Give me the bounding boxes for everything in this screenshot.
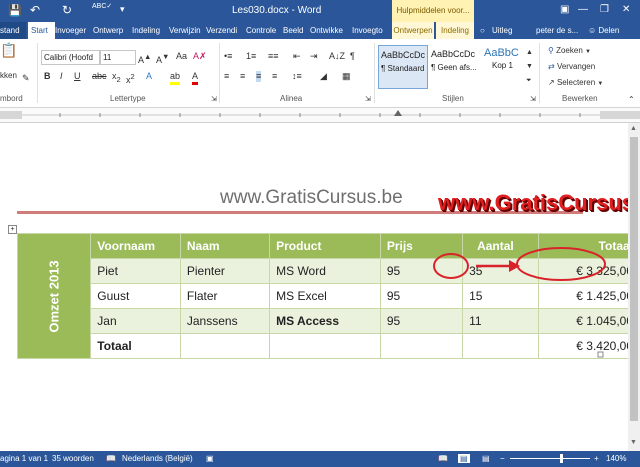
- language[interactable]: Nederlands (België): [122, 454, 193, 463]
- web-layout-icon[interactable]: ▤: [482, 454, 490, 463]
- macro-record-icon[interactable]: ▣: [206, 454, 214, 463]
- page-count[interactable]: agina 1 van 1: [0, 454, 48, 463]
- annotation-circle-totaal: [516, 247, 606, 281]
- zoom-thumb[interactable]: [560, 454, 563, 463]
- scroll-up-icon[interactable]: ▲: [630, 125, 637, 132]
- annotation-overlay: [433, 247, 606, 358]
- scroll-down-icon[interactable]: ▼: [630, 439, 637, 446]
- table-resize-handle: [597, 351, 604, 358]
- scroll-thumb[interactable]: [630, 137, 638, 421]
- zoom-in-icon[interactable]: +: [594, 454, 599, 463]
- proofing-icon[interactable]: 📖: [106, 454, 116, 463]
- vertical-scrollbar[interactable]: ▲ ▼: [628, 123, 640, 451]
- zoom-out-icon[interactable]: −: [500, 454, 505, 463]
- print-layout-icon[interactable]: ▤: [458, 454, 470, 463]
- zoom-slider[interactable]: [510, 458, 590, 459]
- annotation-circle-aantal: [433, 253, 469, 279]
- word-count[interactable]: 35 woorden: [52, 454, 94, 463]
- status-bar: agina 1 van 1 35 woorden 📖 Nederlands (B…: [0, 451, 640, 467]
- read-mode-icon[interactable]: 📖: [438, 454, 448, 463]
- zoom-level[interactable]: 140%: [606, 454, 626, 463]
